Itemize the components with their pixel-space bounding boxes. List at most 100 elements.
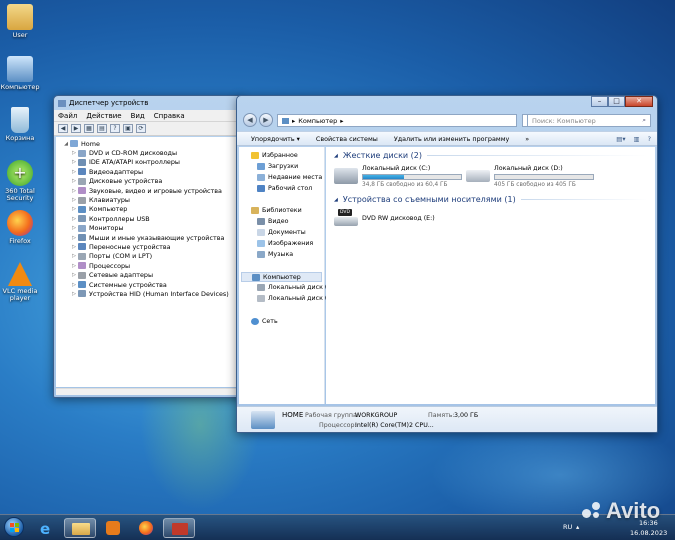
- expand-icon[interactable]: ▷: [70, 282, 78, 288]
- help-icon[interactable]: ?: [110, 124, 120, 133]
- group-hard-disks[interactable]: ◢ Жесткие диски (2): [334, 151, 647, 160]
- nav-computer[interactable]: Компьютер: [241, 272, 322, 282]
- help-icon[interactable]: ?: [648, 135, 651, 143]
- expand-icon[interactable]: ▷: [70, 169, 78, 175]
- tree-node[interactable]: ▷ Клавиатуры: [70, 195, 240, 204]
- expand-icon[interactable]: ▷: [70, 216, 78, 222]
- tree-node[interactable]: ▷ Процессоры: [70, 261, 240, 270]
- tree-node[interactable]: ▷ Порты (COM и LPT): [70, 252, 240, 261]
- nav-documents[interactable]: Документы: [257, 229, 306, 236]
- nav-drive-c[interactable]: Локальный диск (C: [257, 284, 332, 291]
- nav-recent-places[interactable]: Недавние места: [257, 174, 322, 181]
- back-icon[interactable]: ◀: [58, 124, 68, 133]
- more-commands-button[interactable]: »: [525, 135, 529, 143]
- maximize-button[interactable]: □: [608, 96, 625, 107]
- tree-node[interactable]: ▷ Переносные устройства: [70, 242, 240, 251]
- start-button[interactable]: [4, 517, 24, 537]
- explorer-window[interactable]: – □ ✕ ◀ ▶ ▸ Компьютер ▸ ⟳ Поиск: Компьют…: [236, 95, 658, 433]
- menu-action[interactable]: Действие: [86, 112, 121, 120]
- tree-node[interactable]: ▷ Звуковые, видео и игровые устройства: [70, 186, 240, 195]
- desktop-icon-computer[interactable]: Компьютер: [0, 56, 40, 91]
- breadcrumb-arrow[interactable]: ▸: [340, 117, 343, 125]
- change-view-icon[interactable]: ▤▾: [616, 135, 625, 143]
- close-button[interactable]: ✕: [625, 96, 653, 107]
- nav-downloads[interactable]: Загрузки: [257, 163, 298, 170]
- forward-icon[interactable]: ▶: [71, 124, 81, 133]
- tray-expand-icon[interactable]: ▴: [576, 523, 579, 531]
- nav-network[interactable]: Сеть: [251, 318, 278, 325]
- taskbar-firefox[interactable]: [130, 518, 162, 538]
- expand-icon[interactable]: ▷: [70, 206, 78, 212]
- desktop-icon-360-security[interactable]: + 360 Total Security: [0, 160, 40, 203]
- device-tree[interactable]: ◢ Home ▷ DVD и CD-ROM дисководы ▷ IDE ATA/A…: [56, 137, 240, 387]
- breadcrumb-arrow[interactable]: ▸: [292, 117, 295, 125]
- collapse-icon[interactable]: ◢: [334, 197, 338, 203]
- breadcrumb-computer[interactable]: Компьютер: [298, 117, 337, 125]
- expand-icon[interactable]: ▷: [70, 263, 78, 269]
- tree-node[interactable]: ▷ Компьютер: [70, 205, 240, 214]
- expand-icon[interactable]: ▷: [70, 188, 78, 194]
- collapse-icon[interactable]: ◢: [334, 153, 338, 159]
- tree-node[interactable]: ▷ Дисковые устройства: [70, 177, 240, 186]
- desktop-icon-user[interactable]: User: [0, 4, 40, 39]
- tree-node[interactable]: ▷ Мыши и иные указывающие устройства: [70, 233, 240, 242]
- taskbar-ie[interactable]: e: [31, 518, 63, 538]
- tree-node[interactable]: ▷ Системные устройства: [70, 280, 240, 289]
- tree-node[interactable]: ▷ Контроллеры USB: [70, 214, 240, 223]
- back-button[interactable]: ◀: [243, 113, 257, 127]
- device-manager-window[interactable]: Диспетчер устройств Файл Действие Вид Сп…: [53, 95, 243, 398]
- organize-button[interactable]: Упорядочить ▾: [251, 135, 300, 143]
- language-indicator[interactable]: RU: [563, 523, 572, 531]
- expand-icon[interactable]: ▷: [70, 159, 78, 165]
- taskbar-explorer[interactable]: [64, 518, 96, 538]
- properties-icon[interactable]: ▤: [97, 124, 107, 133]
- expand-icon[interactable]: ▷: [70, 235, 78, 241]
- desktop-icon-vlc[interactable]: VLC media player: [0, 262, 40, 303]
- nav-desktop[interactable]: Рабочий стол: [257, 185, 312, 192]
- address-bar[interactable]: ▸ Компьютер ▸: [277, 114, 517, 127]
- expand-icon[interactable]: ▷: [70, 272, 78, 278]
- expand-icon[interactable]: ▷: [70, 244, 78, 250]
- desktop-icon-firefox[interactable]: Firefox: [0, 210, 40, 245]
- tree-node[interactable]: ▷ IDE ATA/ATAPI контроллеры: [70, 158, 240, 167]
- preview-pane-icon[interactable]: ▥: [634, 135, 640, 143]
- nav-music[interactable]: Музыка: [257, 251, 293, 258]
- group-removable-storage[interactable]: ◢ Устройства со съемными носителями (1): [334, 195, 647, 204]
- view-icon[interactable]: ▦: [84, 124, 94, 133]
- system-properties-button[interactable]: Свойства системы: [316, 135, 378, 143]
- forward-button[interactable]: ▶: [259, 113, 273, 127]
- menu-view[interactable]: Вид: [131, 112, 145, 120]
- nav-videos[interactable]: Видео: [257, 218, 289, 225]
- menu-help[interactable]: Справка: [154, 112, 185, 120]
- device-manager-titlebar[interactable]: Диспетчер устройств: [54, 96, 242, 110]
- nav-drive-d[interactable]: Локальный диск (D: [257, 295, 332, 302]
- expand-icon[interactable]: ▷: [70, 197, 78, 203]
- expand-icon[interactable]: ▷: [70, 178, 78, 184]
- collapse-icon[interactable]: ◢: [62, 141, 70, 147]
- drive-c[interactable]: Локальный диск (C:) 34,8 ГБ свободно из …: [334, 165, 462, 188]
- expand-icon[interactable]: ▷: [70, 291, 78, 297]
- tree-node[interactable]: ▷ DVD и CD-ROM дисководы: [70, 148, 240, 157]
- tree-node[interactable]: ▷ Сетевые адаптеры: [70, 270, 240, 279]
- expand-icon[interactable]: ▷: [70, 253, 78, 259]
- desktop-icon-recycle-bin[interactable]: Корзина: [0, 107, 40, 142]
- search-input[interactable]: Поиск: Компьютер ⌕: [527, 114, 651, 127]
- scan-icon[interactable]: ▣: [123, 124, 133, 133]
- tree-root[interactable]: ◢ Home: [62, 139, 240, 148]
- taskbar-media-player[interactable]: [97, 518, 129, 538]
- clock-date[interactable]: 16.08.2023: [630, 529, 667, 537]
- minimize-button[interactable]: –: [591, 96, 608, 107]
- tree-node[interactable]: ▷ Мониторы: [70, 224, 240, 233]
- drive-d[interactable]: Локальный диск (D:) 405 ГБ свободно из 4…: [466, 165, 594, 188]
- tree-node[interactable]: ▷ Устройства HID (Human Interface Devices…: [70, 289, 240, 298]
- tree-node[interactable]: ▷ Видеоадаптеры: [70, 167, 240, 176]
- expand-icon[interactable]: ▷: [70, 150, 78, 156]
- uninstall-program-button[interactable]: Удалить или изменить программу: [394, 135, 509, 143]
- dvd-drive[interactable]: DVD DVD RW дисковод (E:): [334, 209, 435, 227]
- update-driver-icon[interactable]: ⟳: [136, 124, 146, 133]
- expand-icon[interactable]: ▷: [70, 225, 78, 231]
- taskbar-device-manager[interactable]: [163, 518, 195, 538]
- nav-favorites[interactable]: Избранное: [251, 152, 298, 159]
- nav-libraries[interactable]: Библиотеки: [251, 207, 302, 214]
- nav-pictures[interactable]: Изображения: [257, 240, 313, 247]
